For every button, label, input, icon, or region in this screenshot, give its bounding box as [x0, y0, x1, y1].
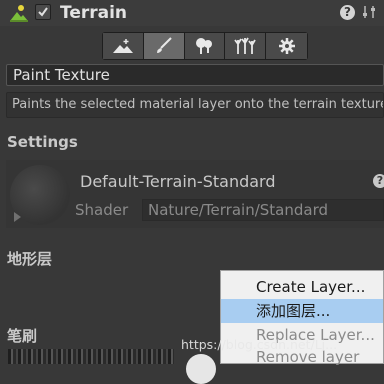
place-trees-tool[interactable]: [184, 33, 226, 59]
material-help-icon[interactable]: ?: [373, 174, 384, 188]
terrain-tool-bar: [102, 32, 308, 60]
paint-texture-tool[interactable]: [143, 33, 185, 59]
menu-create-layer[interactable]: Create Layer...: [221, 275, 383, 299]
enable-checkbox[interactable]: [35, 4, 51, 20]
help-icon[interactable]: ?: [340, 5, 355, 20]
paint-brush-icon: [156, 37, 172, 53]
settings-heading: Settings: [7, 133, 78, 151]
terrain-layers-heading: 地形层: [7, 250, 53, 268]
material-name: Default-Terrain-Standard: [80, 172, 276, 191]
inspector-header: [0, 0, 384, 26]
terrain-settings-tool[interactable]: [266, 33, 307, 59]
brush-preview[interactable]: [186, 354, 216, 384]
raise-terrain-icon: [112, 39, 133, 53]
preset-settings-icon[interactable]: [361, 4, 377, 20]
brush-thumbnail[interactable]: [8, 349, 174, 364]
shader-label: Shader: [75, 201, 129, 219]
brushes-heading: 笔刷: [7, 327, 38, 345]
paint-details-icon: [234, 37, 257, 54]
component-title: Terrain: [60, 3, 128, 23]
menu-add-layer[interactable]: 添加图层...: [221, 299, 383, 323]
raise-terrain-tool[interactable]: [103, 33, 144, 59]
place-trees-icon: [196, 38, 213, 54]
foldout-arrow-icon[interactable]: [14, 212, 21, 222]
shader-dropdown[interactable]: Nature/Terrain/Standard: [142, 199, 384, 221]
paint-details-tool[interactable]: [225, 33, 267, 59]
gear-icon: [278, 38, 295, 54]
paint-tool-dropdown[interactable]: Paint Texture: [6, 64, 384, 86]
tool-description: Paints the selected material layer onto …: [6, 92, 384, 118]
terrain-icon: [10, 5, 28, 22]
watermark-text: https://blog.csdn.net/Lj...: [181, 337, 338, 352]
